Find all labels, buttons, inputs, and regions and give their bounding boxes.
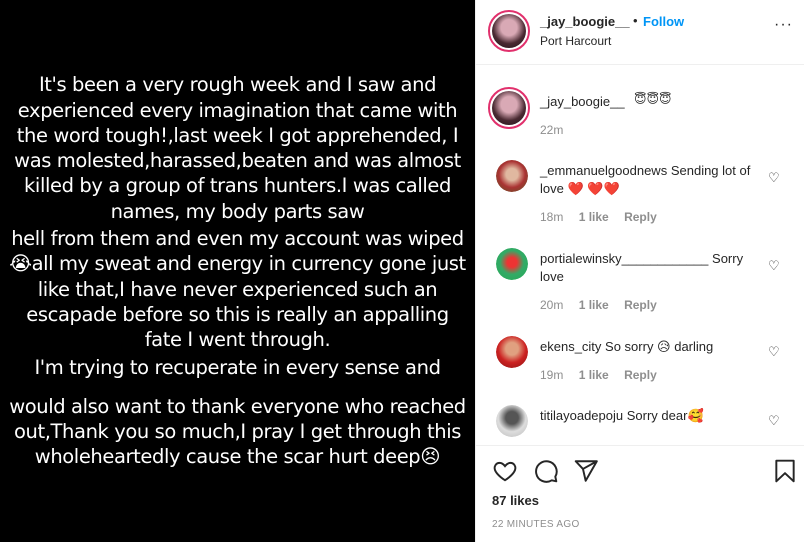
comments-section[interactable]: _jay_boogie__ 😇😇😇 22m _emmanuelgoodnews …: [476, 65, 804, 445]
likes-count[interactable]: 87 likes: [492, 493, 539, 508]
comment-body: So sorry 😥 darling: [605, 339, 714, 354]
post-text-paragraph: hell from them and even my account was w…: [9, 227, 466, 352]
post-image-text: It's been a very rough week and I saw an…: [5, 72, 470, 469]
post-header: _jay_boogie__ • Follow Port Harcourt ···: [476, 0, 804, 65]
comment-text: ekens_city So sorry 😥 darling: [540, 338, 760, 356]
comment-time[interactable]: 19m: [540, 368, 563, 382]
comment-text: _emmanuelgoodnews Sending lot of love ❤️…: [540, 162, 760, 198]
comment-likes[interactable]: 1 like: [579, 210, 609, 224]
heart-icon[interactable]: [492, 458, 518, 484]
caption-avatar[interactable]: [488, 87, 530, 129]
post-text-paragraph: It's been a very rough week and I saw an…: [14, 73, 461, 223]
comment-like-icon[interactable]: ♡: [768, 170, 780, 186]
comment-likes[interactable]: 1 like: [579, 368, 609, 382]
comment-username[interactable]: _emmanuelgoodnews: [540, 163, 667, 178]
header-avatar[interactable]: [488, 10, 530, 52]
post-text-paragraph: I'm trying to recuperate in every sense …: [34, 355, 441, 379]
comment-meta: 18m 1 like Reply: [540, 210, 669, 224]
comment-username[interactable]: titilayoadepoju: [540, 408, 623, 423]
reply-button[interactable]: Reply: [624, 368, 657, 382]
share-icon[interactable]: [573, 458, 599, 484]
post-timestamp[interactable]: 22 MINUTES AGO: [492, 519, 580, 530]
bookmark-icon[interactable]: [772, 458, 798, 484]
comment-username[interactable]: ekens_city: [540, 339, 601, 354]
caption-username[interactable]: _jay_boogie__: [540, 94, 625, 109]
reply-button[interactable]: Reply: [624, 210, 657, 224]
caption-time[interactable]: 22m: [540, 123, 563, 137]
comment-meta: 20m 1 like Reply: [540, 298, 669, 312]
comment-text: portialewinsky____________ Sorry love: [540, 250, 760, 286]
comment-like-icon[interactable]: ♡: [768, 413, 780, 429]
header-username[interactable]: _jay_boogie__: [540, 14, 630, 29]
header-location[interactable]: Port Harcourt: [540, 34, 611, 48]
comment-username[interactable]: portialewinsky____________: [540, 251, 708, 266]
commenter-avatar[interactable]: [496, 336, 528, 368]
post-actions: 87 likes 22 MINUTES AGO: [476, 445, 804, 542]
post-image[interactable]: It's been a very rough week and I saw an…: [0, 0, 475, 542]
comment-meta: 19m 1 like Reply: [540, 368, 669, 382]
commenter-avatar[interactable]: [496, 160, 528, 192]
commenter-avatar[interactable]: [496, 248, 528, 280]
comment-body: Sorry dear🥰: [626, 408, 704, 423]
comment-likes[interactable]: 1 like: [579, 298, 609, 312]
comment-text: titilayoadepoju Sorry dear🥰: [540, 407, 760, 425]
commenter-avatar[interactable]: [496, 405, 528, 437]
comment-like-icon[interactable]: ♡: [768, 258, 780, 274]
comment-icon[interactable]: [533, 458, 559, 484]
comment-time[interactable]: 18m: [540, 210, 563, 224]
header-separator-dot: •: [633, 13, 638, 28]
caption-text: 😇😇😇: [634, 92, 672, 106]
follow-button[interactable]: Follow: [643, 14, 684, 29]
more-options-icon[interactable]: ···: [774, 16, 793, 34]
comment-like-icon[interactable]: ♡: [768, 344, 780, 360]
reply-button[interactable]: Reply: [624, 298, 657, 312]
post-sidebar: _jay_boogie__ • Follow Port Harcourt ···…: [475, 0, 804, 542]
post-text-paragraph: would also want to thank everyone who re…: [9, 394, 466, 469]
comment-time[interactable]: 20m: [540, 298, 563, 312]
